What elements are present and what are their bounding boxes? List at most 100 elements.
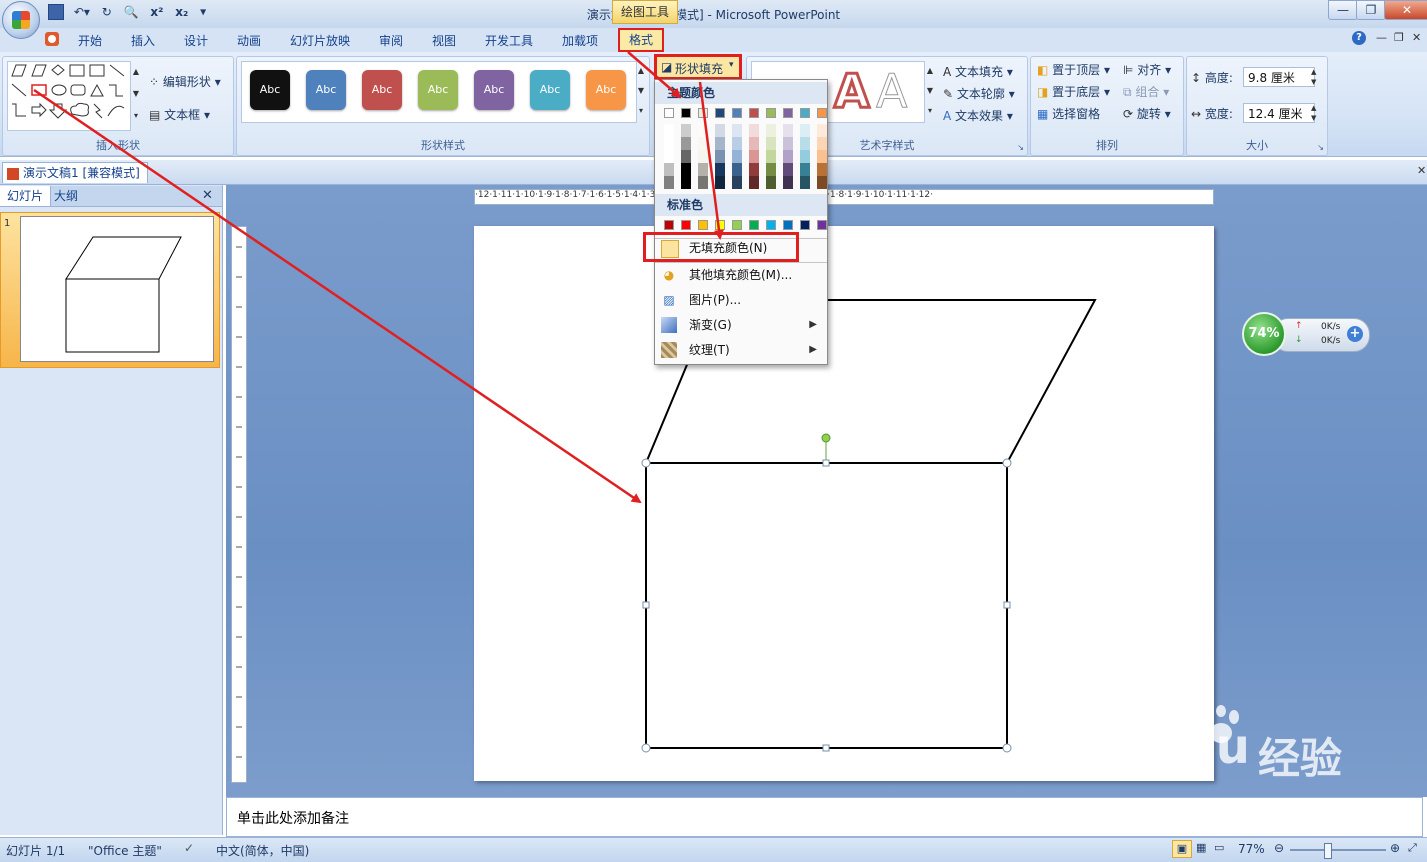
redo-icon[interactable]: ↻ — [102, 5, 112, 19]
theme-color-shade-swatch[interactable] — [732, 176, 742, 189]
tab-home[interactable]: 开始 — [78, 32, 102, 50]
theme-color-shade-swatch[interactable] — [664, 163, 674, 176]
slide-sorter-icon[interactable]: ▦ — [1196, 841, 1206, 854]
shapes-gallery-icons[interactable] — [8, 62, 130, 130]
textbox-button[interactable]: ▤ 文本框 ▾ — [149, 106, 210, 123]
theme-color-shade-swatch[interactable] — [715, 163, 725, 176]
tab-insert[interactable]: 插入 — [131, 32, 155, 50]
plus-icon[interactable]: + — [1347, 326, 1363, 342]
zoom-out-icon[interactable]: ⊖ — [1274, 841, 1284, 855]
style-tile-black[interactable]: Abc — [250, 70, 290, 110]
tab-slideshow[interactable]: 幻灯片放映 — [290, 32, 350, 50]
theme-color-shade-swatch[interactable] — [681, 150, 691, 163]
tab-addins[interactable]: 加载项 — [562, 32, 598, 50]
theme-color-shade-swatch[interactable] — [766, 163, 776, 176]
text-fill-button[interactable]: A 文本填充 ▾ — [943, 63, 1013, 80]
close-button[interactable]: ✕ — [1384, 0, 1427, 20]
theme-color-swatch[interactable] — [749, 108, 759, 118]
slide-thumbnail[interactable] — [20, 216, 214, 362]
theme-color-shade-swatch[interactable] — [817, 163, 827, 176]
theme-color-shade-swatch[interactable] — [698, 163, 708, 176]
spellcheck-icon[interactable]: ✓ — [184, 841, 194, 855]
send-to-back-button[interactable]: ◨ 置于底层 ▾ — [1037, 83, 1110, 100]
resize-handle-nw[interactable] — [641, 458, 651, 468]
shapes-gallery-scroll[interactable]: ▲ ▼ ▾ — [131, 61, 141, 129]
theme-color-swatch[interactable] — [732, 108, 742, 118]
menu-more-colors[interactable]: ◕ 其他填充颜色(M)... — [657, 263, 825, 287]
width-input[interactable]: 12.4 厘米 — [1243, 103, 1315, 123]
size-dialog-launcher-icon[interactable]: ↘ — [1317, 143, 1324, 152]
theme-color-shade-swatch[interactable] — [800, 137, 810, 150]
theme-color-shade-swatch[interactable] — [681, 137, 691, 150]
resize-handle-n[interactable] — [822, 459, 830, 467]
ribbon-restore-icon[interactable]: ❐ — [1394, 31, 1404, 44]
resize-handle-w[interactable] — [642, 601, 650, 609]
theme-color-shade-swatch[interactable] — [817, 176, 827, 189]
theme-color-swatch[interactable] — [664, 108, 674, 118]
theme-color-shade-swatch[interactable] — [664, 137, 674, 150]
wordart-sample-red[interactable]: A — [833, 63, 872, 120]
zoom-slider-thumb[interactable] — [1324, 843, 1332, 859]
theme-color-swatch[interactable] — [800, 108, 810, 118]
style-tile-green[interactable]: Abc — [418, 70, 458, 110]
theme-color-shade-swatch[interactable] — [715, 150, 725, 163]
style-tile-purple[interactable]: Abc — [474, 70, 514, 110]
theme-color-swatch[interactable] — [766, 108, 776, 118]
theme-color-swatch[interactable] — [698, 108, 708, 118]
theme-color-shade-swatch[interactable] — [766, 150, 776, 163]
tab-developer[interactable]: 开发工具 — [485, 32, 533, 50]
standard-color-swatch[interactable] — [681, 220, 691, 230]
theme-color-shade-swatch[interactable] — [732, 150, 742, 163]
ribbon-close-icon[interactable]: ✕ — [1412, 31, 1421, 44]
bring-to-front-button[interactable]: ◧ 置于顶层 ▾ — [1037, 61, 1110, 78]
style-tile-orange[interactable]: Abc — [586, 70, 626, 110]
theme-color-shade-swatch[interactable] — [783, 124, 793, 137]
group-button[interactable]: ⧉ 组合 ▾ — [1123, 83, 1169, 100]
theme-color-shade-swatch[interactable] — [698, 124, 708, 137]
doc-close-icon[interactable]: ✕ — [1417, 164, 1426, 177]
theme-color-shade-swatch[interactable] — [749, 124, 759, 137]
menu-picture[interactable]: ▨ 图片(P)... — [657, 288, 825, 312]
shape-fill-button[interactable]: ◪ 形状填充 ▾ — [654, 54, 742, 80]
edit-shape-button[interactable]: ⁘ 编辑形状 ▾ — [149, 73, 221, 90]
fit-slide-icon[interactable]: ⤢ — [1408, 841, 1417, 855]
height-spinner[interactable]: ▲ ▼ — [1311, 67, 1316, 87]
theme-color-shade-swatch[interactable] — [715, 176, 725, 189]
theme-color-swatch[interactable] — [817, 108, 827, 118]
align-button[interactable]: ⊫ 对齐 ▾ — [1123, 61, 1171, 78]
standard-color-swatch[interactable] — [783, 220, 793, 230]
panel-close-icon[interactable]: ✕ — [202, 188, 213, 203]
office-button[interactable] — [2, 1, 40, 39]
theme-color-swatch[interactable] — [715, 108, 725, 118]
theme-color-shade-swatch[interactable] — [698, 137, 708, 150]
theme-color-shade-swatch[interactable] — [800, 150, 810, 163]
slideshow-view-icon[interactable]: ▭ — [1214, 841, 1224, 854]
theme-color-shade-swatch[interactable] — [749, 150, 759, 163]
theme-color-shade-swatch[interactable] — [664, 150, 674, 163]
slide-canvas[interactable] — [474, 226, 1214, 781]
network-monitor-widget[interactable]: ↑ 0K/s ↓ 0K/s + 74% — [1242, 312, 1370, 356]
standard-color-swatch[interactable] — [766, 220, 776, 230]
theme-color-shade-swatch[interactable] — [732, 137, 742, 150]
selection-pane-button[interactable]: ▦ 选择窗格 — [1037, 105, 1100, 122]
style-tile-blue[interactable]: Abc — [306, 70, 346, 110]
theme-color-shade-swatch[interactable] — [732, 163, 742, 176]
tab-review[interactable]: 审阅 — [379, 32, 403, 50]
theme-color-shade-swatch[interactable] — [749, 176, 759, 189]
standard-color-swatch[interactable] — [698, 220, 708, 230]
print-preview-icon[interactable]: 🔍 — [124, 5, 139, 19]
style-tile-red[interactable]: Abc — [362, 70, 402, 110]
theme-color-shade-swatch[interactable] — [766, 137, 776, 150]
theme-color-shade-swatch[interactable] — [715, 124, 725, 137]
resize-handle-e[interactable] — [1003, 601, 1011, 609]
tab-format[interactable]: 格式 — [618, 28, 664, 52]
tab-slides[interactable]: 幻灯片 — [0, 186, 51, 206]
tab-view[interactable]: 视图 — [432, 32, 456, 50]
theme-color-shade-swatch[interactable] — [817, 137, 827, 150]
standard-color-swatch[interactable] — [800, 220, 810, 230]
theme-color-shade-swatch[interactable] — [732, 124, 742, 137]
theme-color-shade-swatch[interactable] — [766, 176, 776, 189]
standard-color-swatch[interactable] — [715, 220, 725, 230]
ribbon-minimize-icon[interactable]: — — [1376, 31, 1387, 44]
theme-color-shade-swatch[interactable] — [800, 176, 810, 189]
